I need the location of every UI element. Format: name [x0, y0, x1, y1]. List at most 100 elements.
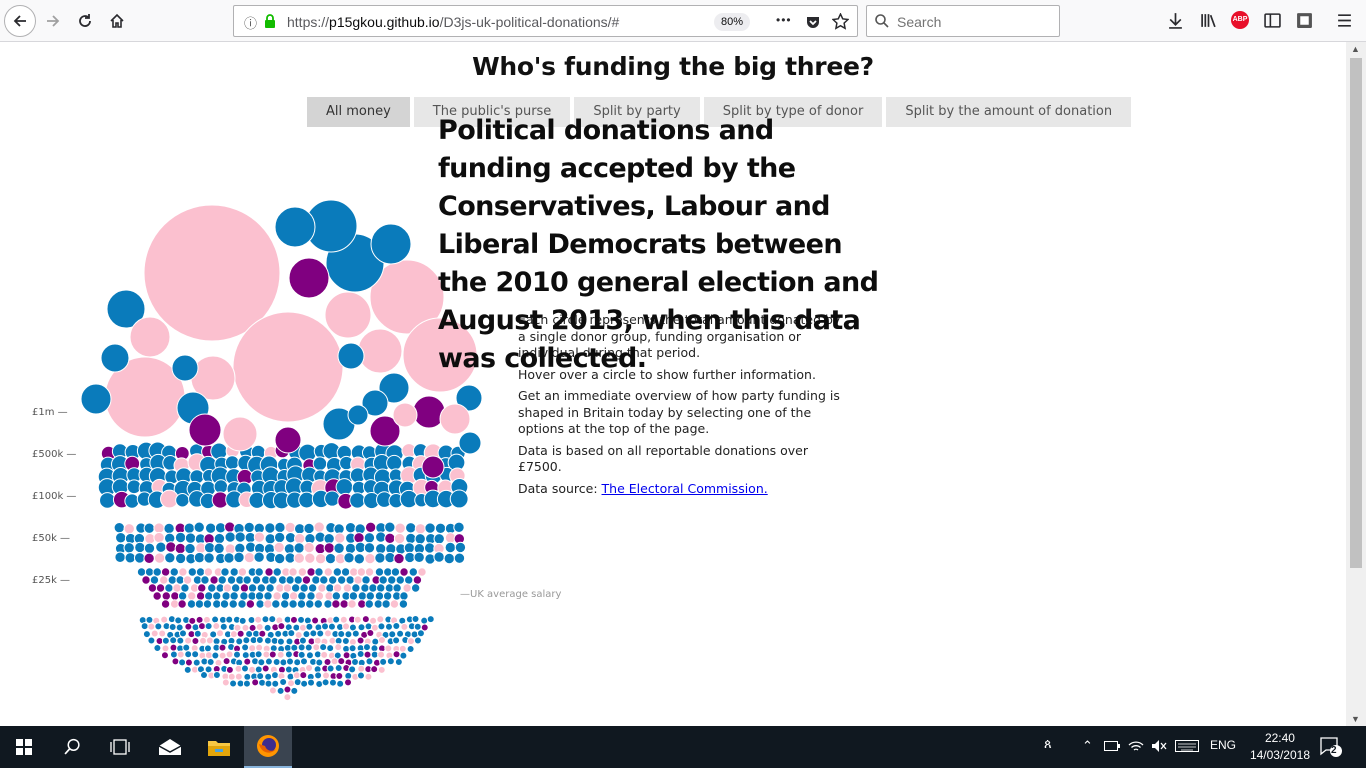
donation-circle[interactable]: [320, 650, 329, 659]
donation-circle[interactable]: [191, 637, 200, 646]
donation-circle[interactable]: [236, 629, 245, 638]
donation-circle[interactable]: [155, 583, 166, 593]
donation-circle[interactable]: [207, 583, 217, 593]
donation-circle[interactable]: [316, 629, 325, 638]
donation-circle[interactable]: [384, 644, 393, 653]
url-bar[interactable]: ⓘ https://p15gkou.github.io/D3js-uk-poli…: [233, 5, 858, 37]
search-bar[interactable]: Search: [866, 5, 1060, 37]
donation-circle[interactable]: [374, 552, 386, 564]
donation-circle[interactable]: [184, 658, 193, 667]
library-icon[interactable]: [1200, 12, 1217, 29]
donation-circle[interactable]: [363, 532, 376, 544]
donation-circle[interactable]: [424, 522, 436, 534]
donation-circle[interactable]: [297, 643, 306, 652]
donation-circle[interactable]: [152, 567, 162, 577]
donation-circle[interactable]: [170, 591, 180, 601]
donation-circle[interactable]: [212, 599, 222, 609]
donation-circle[interactable]: [395, 575, 405, 585]
donation-circle[interactable]: [414, 523, 427, 535]
donation-circle[interactable]: [392, 636, 401, 645]
donation-circle[interactable]: [402, 583, 412, 593]
donation-circle[interactable]: [136, 567, 147, 577]
donation-circle[interactable]: [433, 533, 445, 545]
donation-circle[interactable]: [392, 650, 401, 659]
donation-circle[interactable]: [339, 615, 348, 624]
donation-circle[interactable]: [364, 521, 377, 534]
donation-circle[interactable]: [230, 583, 241, 593]
donation-circle[interactable]: [297, 650, 306, 659]
donation-circle[interactable]: [305, 599, 315, 609]
donation-circle[interactable]: [239, 583, 250, 593]
donation-circle[interactable]: [273, 531, 286, 544]
donation-circle[interactable]: [315, 679, 324, 688]
donation-circle[interactable]: [222, 583, 233, 593]
donation-circle[interactable]: [264, 522, 276, 534]
donation-circle[interactable]: [134, 541, 146, 554]
donation-circle[interactable]: [342, 651, 351, 660]
donation-circle[interactable]: [253, 531, 266, 543]
donation-circle[interactable]: [373, 599, 383, 609]
donation-circle[interactable]: [326, 664, 335, 673]
donation-circle[interactable]: [279, 658, 288, 667]
donation-circle[interactable]: [237, 567, 248, 577]
donation-circle[interactable]: [420, 616, 429, 625]
donation-circle[interactable]: [265, 583, 275, 593]
donation-circle[interactable]: [211, 651, 220, 660]
donation-circle[interactable]: [175, 493, 190, 508]
donation-circle[interactable]: [324, 490, 341, 507]
donation-circle[interactable]: [243, 657, 252, 666]
donation-circle[interactable]: [164, 552, 176, 564]
donation-circle[interactable]: [212, 591, 222, 601]
donation-circle[interactable]: [243, 551, 256, 564]
donation-circle[interactable]: [224, 531, 236, 543]
donation-circle[interactable]: [251, 575, 262, 585]
donation-circle[interactable]: [203, 541, 216, 554]
donation-circle[interactable]: [313, 636, 322, 645]
donation-circle[interactable]: [399, 567, 409, 577]
donation-circle[interactable]: [167, 615, 176, 624]
donation-circle[interactable]: [217, 575, 227, 585]
donation-circle[interactable]: [243, 521, 255, 534]
donation-circle[interactable]: [183, 522, 196, 534]
donation-circle[interactable]: [256, 672, 265, 681]
donation-circle[interactable]: [241, 643, 250, 652]
donation-circle[interactable]: [264, 679, 273, 688]
donation-circle[interactable]: [434, 522, 447, 535]
donation-circle[interactable]: [235, 637, 244, 646]
donation-circle[interactable]: [368, 583, 378, 593]
language-indicator[interactable]: ENG: [1210, 738, 1236, 752]
donation-circle[interactable]: [347, 599, 357, 609]
donation-circle[interactable]: [140, 622, 149, 631]
donation-circle[interactable]: [345, 575, 355, 585]
donation-circle[interactable]: [351, 629, 360, 638]
donation-circle[interactable]: [337, 657, 346, 666]
donation-circle[interactable]: [272, 567, 282, 577]
donation-circle[interactable]: [319, 575, 329, 585]
donation-circle[interactable]: [180, 583, 190, 593]
donation-circle[interactable]: [154, 622, 163, 631]
donation-circle[interactable]: [297, 567, 308, 577]
reload-button[interactable]: [70, 6, 100, 36]
donation-circle[interactable]: [271, 671, 280, 680]
donation-circle[interactable]: [364, 672, 373, 681]
donation-circle[interactable]: [293, 542, 305, 554]
donation-circle[interactable]: [168, 622, 177, 631]
donation-circle[interactable]: [330, 657, 339, 666]
donation-circle[interactable]: [404, 551, 416, 564]
donation-circle[interactable]: [292, 671, 301, 680]
page-actions-menu-button[interactable]: •••: [776, 13, 792, 27]
mail-icon[interactable]: [158, 738, 182, 756]
donation-circle[interactable]: [149, 575, 160, 585]
donation-circle[interactable]: [227, 672, 236, 681]
donation-circle[interactable]: [233, 551, 245, 564]
donation-circle[interactable]: [225, 615, 234, 624]
donation-circle[interactable]: [153, 531, 165, 544]
donation-circle[interactable]: [133, 552, 146, 564]
donation-circle[interactable]: [219, 599, 230, 609]
donation-circle[interactable]: [184, 636, 193, 645]
donation-circle[interactable]: [174, 531, 187, 544]
donation-circle[interactable]: [417, 567, 427, 577]
donation-circle[interactable]: [302, 630, 311, 639]
donation-circle[interactable]: [155, 541, 167, 553]
donation-circle[interactable]: [264, 533, 276, 545]
